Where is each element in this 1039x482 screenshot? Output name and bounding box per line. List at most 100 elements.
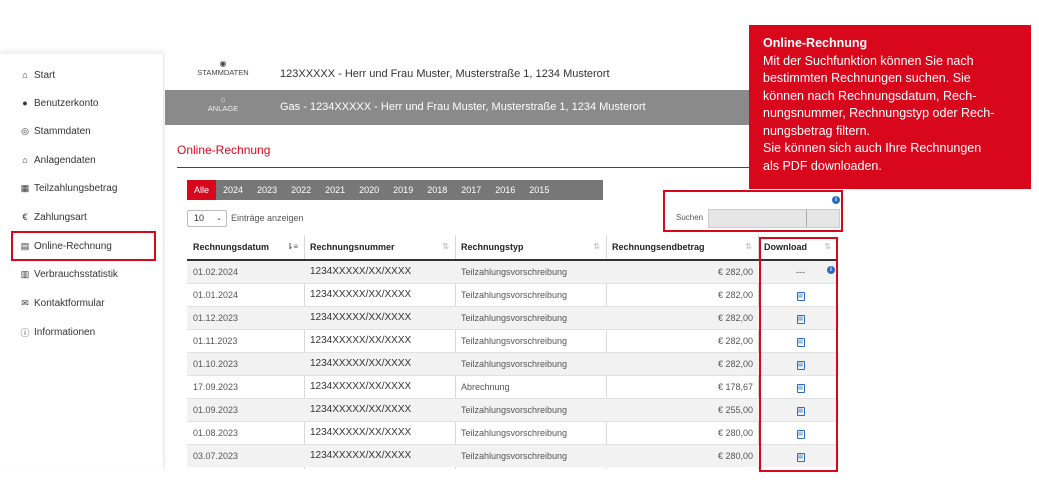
callout-title: Online-Rechnung bbox=[763, 36, 868, 50]
cell-type: Teilzahlungsvorschreibung bbox=[455, 305, 606, 329]
sidebar-item-informationen[interactable]: ⓘ Informationen bbox=[20, 322, 95, 342]
cell-amount: € 280,00 bbox=[606, 420, 758, 444]
anlage-label-text: ANLAGE bbox=[207, 104, 239, 113]
sidebar: ⌂ Start ● Benutzerkonto ◎ Stammdaten ⌂ A… bbox=[0, 54, 164, 469]
page-length-select[interactable]: 10 ⌄ bbox=[187, 210, 227, 227]
cell-date: 01.01.2024 bbox=[187, 282, 304, 306]
tab-2021[interactable]: 2021 bbox=[318, 180, 352, 200]
table-header-row: Rechnungsdatum ⇂≡ Rechnungsnummer ⇅ Rechnu… bbox=[187, 235, 837, 261]
cell-type: Teilzahlungsvorschreibung bbox=[455, 351, 606, 375]
info-icon: ⓘ bbox=[20, 327, 30, 338]
cell-number: 1234XXXXX/XX/XXXX bbox=[304, 397, 455, 421]
cell-type: Teilzahlungsvorschreibung bbox=[455, 282, 606, 306]
tab-2023[interactable]: 2023 bbox=[250, 180, 284, 200]
sort-desc-icon: ⇂≡ bbox=[286, 242, 298, 251]
tab-alle[interactable]: Alle bbox=[187, 180, 217, 200]
sort-icon: ⇅ bbox=[745, 242, 752, 251]
search-input[interactable] bbox=[708, 209, 840, 228]
cell-amount: € 282,00 bbox=[606, 328, 758, 352]
tab-2020[interactable]: 2020 bbox=[352, 180, 386, 200]
column-header-label: Rechnungsendbetrag bbox=[612, 242, 705, 252]
column-header-rechnungsnummer[interactable]: Rechnungsnummer ⇅ bbox=[304, 235, 455, 261]
cell-amount: € 255,00 bbox=[606, 397, 758, 421]
sort-icon: ⇅ bbox=[593, 242, 600, 251]
cell-date: 01.09.2023 bbox=[187, 397, 304, 421]
sidebar-item-label: Stammdaten bbox=[34, 125, 91, 137]
cell-type: Teilzahlungsvorschreibung bbox=[455, 259, 606, 283]
calculator-icon: ▦ bbox=[20, 182, 30, 193]
sidebar-item-teilzahlungsbetrag[interactable]: ▦ Teilzahlungsbetrag bbox=[20, 178, 118, 198]
info-icon[interactable]: i bbox=[832, 196, 840, 204]
table-row: 01.02.2024 1234XXXXX/XX/XXXX Teilzahlung… bbox=[187, 259, 837, 283]
cell-type: Teilzahlungsvorschreibung bbox=[455, 420, 606, 444]
sidebar-item-label: Informationen bbox=[34, 326, 96, 338]
table-row: 01.09.2023 1234XXXXX/XX/XXXX Teilzahlung… bbox=[187, 397, 837, 421]
table-row: 03.07.2023 1234XXXXX/XX/XXXX Teilzahlung… bbox=[187, 443, 837, 467]
tab-2015[interactable]: 2015 bbox=[522, 180, 556, 200]
sidebar-item-label: Kontaktformular bbox=[34, 297, 105, 309]
sidebar-item-label: Teilzahlungsbetrag bbox=[34, 182, 118, 194]
sort-icon: ⇅ bbox=[442, 242, 449, 251]
sidebar-item-zahlungsart[interactable]: € Zahlungsart bbox=[20, 207, 87, 227]
sidebar-item-stammdaten[interactable]: ◎ Stammdaten bbox=[20, 121, 91, 141]
stammdaten-text: 123XXXXX - Herr und Frau Muster, Musters… bbox=[280, 68, 610, 80]
cell-amount: € 282,00 bbox=[606, 305, 758, 329]
sidebar-item-start[interactable]: ⌂ Start bbox=[20, 65, 55, 85]
search-input-cursor bbox=[806, 210, 807, 227]
sidebar-item-verbrauchsstatistik[interactable]: ▥ Verbrauchsstatistik bbox=[20, 264, 118, 284]
column-header-label: Rechnungsdatum bbox=[193, 242, 270, 252]
column-header-rechnungsendbetrag[interactable]: Rechnungsendbetrag ⇅ bbox=[606, 235, 758, 261]
invoice-table: Rechnungsdatum ⇂≡ Rechnungsnummer ⇅ Rechnu… bbox=[187, 235, 837, 467]
tab-2018[interactable]: 2018 bbox=[420, 180, 454, 200]
sidebar-item-label: Zahlungsart bbox=[34, 211, 87, 223]
cell-number: 1234XXXXX/XX/XXXX bbox=[304, 443, 455, 467]
stammdaten-row[interactable]: ◉ STAMMDATEN 123XXXXX - Herr und Frau Mu… bbox=[165, 54, 755, 90]
cell-amount: € 282,00 bbox=[606, 351, 758, 375]
table-row: 01.12.2023 1234XXXXX/XX/XXXX Teilzahlung… bbox=[187, 305, 837, 329]
tab-2019[interactable]: 2019 bbox=[386, 180, 420, 200]
anlage-label: ⌂ ANLAGE bbox=[192, 95, 254, 114]
anlage-row[interactable]: ⌂ ANLAGE Gas - 1234XXXXX - Herr und Frau… bbox=[165, 90, 755, 125]
search-label: Suchen bbox=[676, 213, 704, 222]
cell-date: 01.08.2023 bbox=[187, 420, 304, 444]
cell-date: 17.09.2023 bbox=[187, 374, 304, 398]
cell-amount: € 178,67 bbox=[606, 374, 758, 398]
home-icon: ⌂ bbox=[22, 70, 28, 80]
help-callout: Online-Rechnung Mit der Suchfunktion kön… bbox=[749, 25, 1031, 189]
tab-2016[interactable]: 2016 bbox=[488, 180, 522, 200]
cell-type: Teilzahlungsvorschreibung bbox=[455, 328, 606, 352]
table-row: 01.11.2023 1234XXXXX/XX/XXXX Teilzahlung… bbox=[187, 328, 837, 352]
stammdaten-label-text: STAMMDATEN bbox=[197, 68, 249, 77]
table-row: 01.01.2024 1234XXXXX/XX/XXXX Teilzahlung… bbox=[187, 282, 837, 306]
chevron-down-icon: ⌄ bbox=[216, 215, 222, 222]
cell-amount: € 282,00 bbox=[606, 259, 758, 283]
cell-number: 1234XXXXX/XX/XXXX bbox=[304, 420, 455, 444]
tab-2017[interactable]: 2017 bbox=[454, 180, 488, 200]
eye-icon: ◉ bbox=[219, 59, 227, 68]
cell-date: 01.11.2023 bbox=[187, 328, 304, 352]
cell-type: Teilzahlungsvorschreibung bbox=[455, 443, 606, 467]
year-tabs: Alle 2024 2023 2022 2021 2020 2019 2018 … bbox=[187, 180, 603, 200]
bar-chart-icon: ▥ bbox=[20, 268, 30, 279]
tab-2024[interactable]: 2024 bbox=[216, 180, 250, 200]
home-icon: ⌂ bbox=[220, 95, 226, 104]
table-row: 01.10.2023 1234XXXXX/XX/XXXX Teilzahlung… bbox=[187, 351, 837, 375]
sidebar-item-label: Start bbox=[34, 69, 56, 81]
tab-2022[interactable]: 2022 bbox=[284, 180, 318, 200]
cell-date: 03.07.2023 bbox=[187, 443, 304, 467]
user-icon: ● bbox=[22, 98, 28, 108]
sidebar-item-label: Anlagendaten bbox=[34, 154, 96, 166]
home-icon: ⌂ bbox=[22, 155, 28, 165]
cell-type: Teilzahlungsvorschreibung bbox=[455, 397, 606, 421]
table-row: 17.09.2023 1234XXXXX/XX/XXXX Abrechnung … bbox=[187, 374, 837, 398]
stammdaten-label: ◉ STAMMDATEN bbox=[192, 59, 254, 78]
sidebar-item-anlagendaten[interactable]: ⌂ Anlagendaten bbox=[20, 150, 96, 170]
download-highlight-frame bbox=[759, 237, 838, 472]
sidebar-item-benutzerkonto[interactable]: ● Benutzerkonto bbox=[20, 93, 98, 113]
column-header-rechnungsdatum[interactable]: Rechnungsdatum ⇂≡ bbox=[187, 235, 304, 261]
eye-icon: ◎ bbox=[21, 125, 29, 136]
envelope-icon: ✉ bbox=[21, 297, 29, 308]
cell-date: 01.02.2024 bbox=[187, 259, 304, 283]
column-header-rechnungstyp[interactable]: Rechnungstyp ⇅ bbox=[455, 235, 606, 261]
sidebar-item-kontaktformular[interactable]: ✉ Kontaktformular bbox=[20, 293, 105, 313]
